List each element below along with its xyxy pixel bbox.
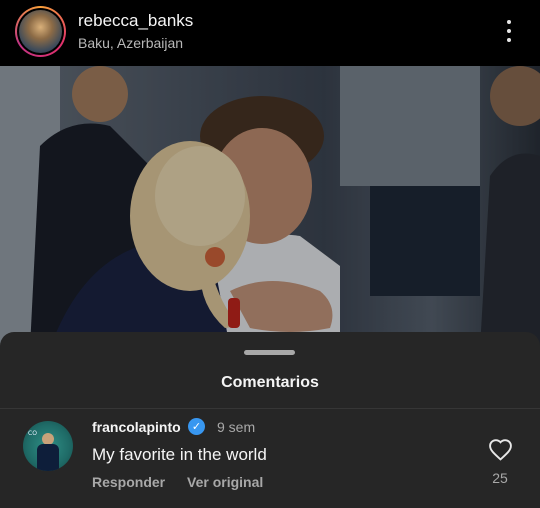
heart-icon[interactable] [488,438,513,461]
post-location[interactable]: Baku, Azerbaijan [78,35,183,51]
avatar [19,10,62,53]
post-photo[interactable] [0,66,540,348]
more-options-icon[interactable] [499,18,519,44]
story-ring-avatar[interactable] [15,6,66,57]
commenter-avatar[interactable]: CO [23,421,73,471]
comment-timestamp: 9 sem [217,419,256,435]
verified-badge-icon: ✓ [188,418,205,435]
reply-button[interactable]: Responder [92,474,165,490]
comments-sheet: Comentarios [0,332,540,508]
avatar-tag: CO [28,430,37,437]
avatar-frame [17,8,64,55]
avatar-figure-body [37,444,59,471]
drag-handle[interactable] [244,350,295,355]
comment-text: My favorite in the world [92,445,267,464]
post-header: rebecca_banks Baku, Azerbaijan [0,0,540,62]
comments-title: Comentarios [221,374,319,391]
divider [0,408,540,409]
sheet-backdrop[interactable] [0,66,540,348]
like-count: 25 [492,470,508,486]
commenter-username[interactable]: francolapinto [92,419,181,435]
post-username[interactable]: rebecca_banks [78,11,193,31]
see-original-button[interactable]: Ver original [187,474,263,490]
